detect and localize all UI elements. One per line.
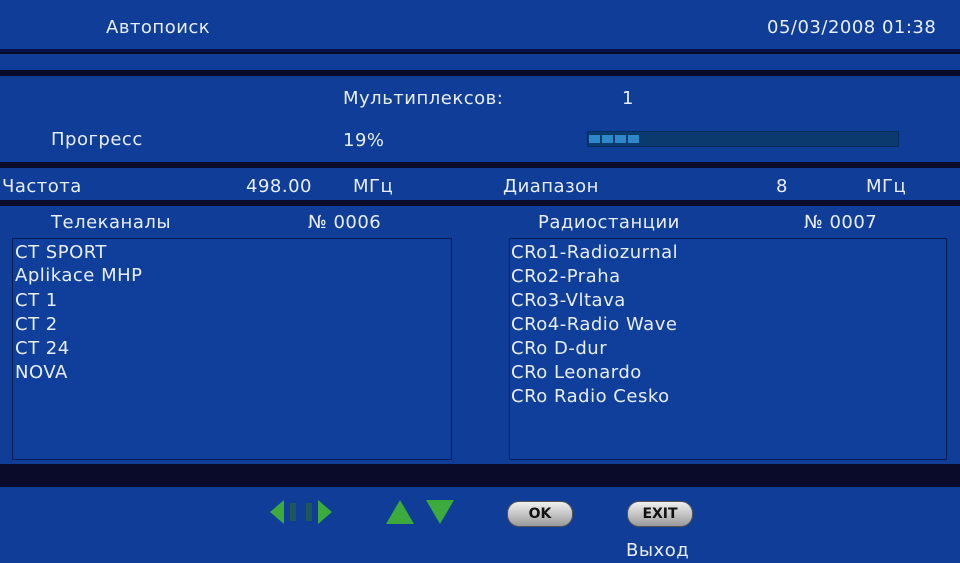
page-title: Автопоиск bbox=[106, 17, 211, 38]
tv-count: № 0006 bbox=[308, 212, 382, 233]
radio-list-item[interactable]: CRo Leonardo bbox=[511, 362, 642, 383]
up-down-arrows-icon bbox=[386, 500, 454, 524]
radio-list-item[interactable]: CRo1-Radiozurnal bbox=[511, 242, 678, 263]
frequency-label: Частота bbox=[2, 176, 82, 197]
tv-list-item[interactable]: CT 24 bbox=[15, 338, 70, 359]
radio-list-item[interactable]: CRo4-Radio Wave bbox=[511, 314, 677, 335]
tv-list-item[interactable]: CT 1 bbox=[15, 290, 58, 311]
frequency-value: 498.00 bbox=[246, 176, 312, 197]
radio-list-item[interactable]: CRo D-dur bbox=[511, 338, 607, 359]
radio-list-header: Радиостанции bbox=[538, 212, 680, 233]
exit-caption: Выход bbox=[626, 540, 690, 561]
exit-button[interactable]: EXIT bbox=[627, 501, 693, 527]
multiplex-label: Мультиплексов: bbox=[343, 88, 504, 109]
tv-list-header: Телеканалы bbox=[51, 212, 172, 233]
footer-bar bbox=[0, 487, 960, 563]
divider-band bbox=[0, 54, 960, 70]
tv-list-item[interactable]: CT SPORT bbox=[15, 242, 107, 263]
frequency-unit: МГц bbox=[353, 176, 394, 197]
progress-value: 19% bbox=[343, 130, 385, 151]
progress-label: Прогресс bbox=[51, 129, 143, 150]
progress-segment bbox=[628, 135, 639, 143]
radio-list-item[interactable]: CRo Radio Cesko bbox=[511, 386, 670, 407]
tv-list-item[interactable]: NOVA bbox=[15, 362, 68, 383]
range-unit: МГц bbox=[866, 176, 907, 197]
multiplex-value: 1 bbox=[622, 88, 634, 109]
progress-segment bbox=[602, 135, 613, 143]
progress-bar bbox=[587, 131, 899, 147]
frequency-bar bbox=[0, 168, 960, 200]
radio-count: № 0007 bbox=[804, 212, 878, 233]
tv-list-item[interactable]: CT 2 bbox=[15, 314, 58, 335]
ok-button[interactable]: OK bbox=[507, 501, 573, 527]
range-value: 8 bbox=[776, 176, 788, 197]
range-label: Диапазон bbox=[503, 176, 599, 197]
progress-segment bbox=[589, 135, 600, 143]
left-right-arrows-icon bbox=[270, 500, 332, 524]
radio-list-item[interactable]: CRo3-Vltava bbox=[511, 290, 626, 311]
radio-list-item[interactable]: CRo2-Praha bbox=[511, 266, 621, 287]
tv-list-item[interactable]: Aplikace MHP bbox=[15, 265, 143, 286]
progress-segment bbox=[615, 135, 626, 143]
datetime: 05/03/2008 01:38 bbox=[767, 17, 937, 38]
